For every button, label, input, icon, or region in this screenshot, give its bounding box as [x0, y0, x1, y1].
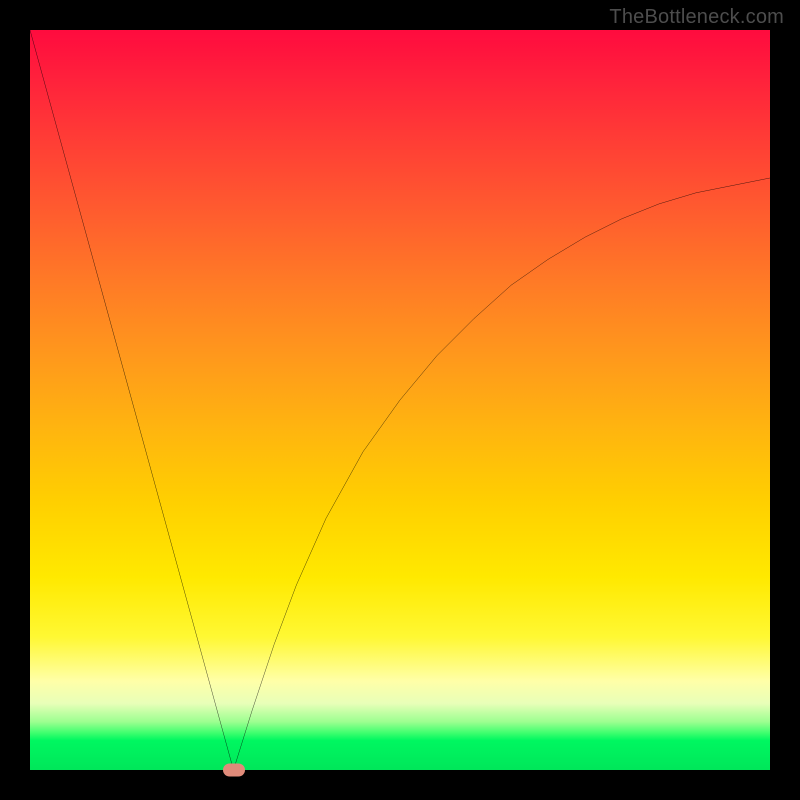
curve-right-branch: [234, 178, 771, 770]
watermark-text: TheBottleneck.com: [609, 6, 784, 29]
chart-curve: [30, 30, 770, 770]
minimum-marker: [223, 764, 245, 777]
chart-frame: TheBottleneck.com: [0, 0, 800, 800]
curve-left-branch: [30, 30, 234, 770]
